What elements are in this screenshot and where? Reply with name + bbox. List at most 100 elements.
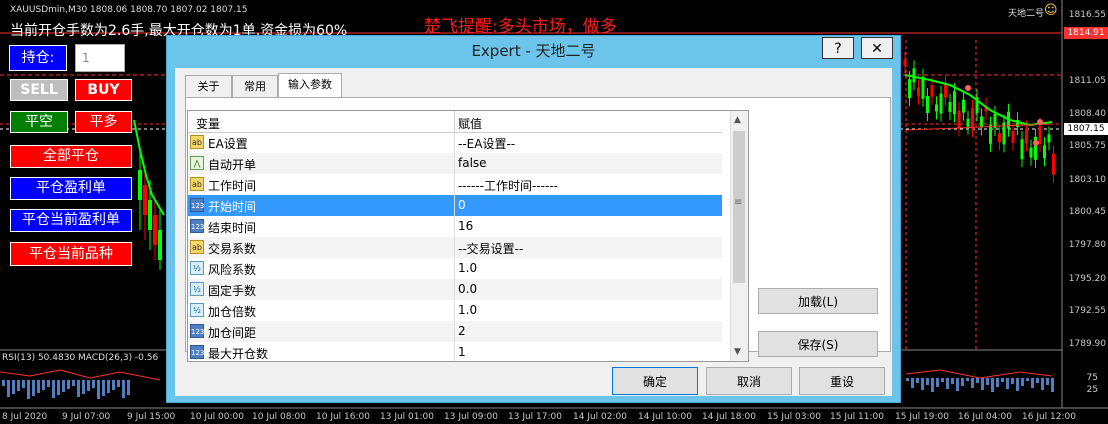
macd-bar [127, 380, 130, 395]
param-value[interactable]: 1 [458, 345, 466, 359]
close-profit-button[interactable]: 平仓盈利单 [10, 177, 132, 200]
macd-bar [1026, 378, 1029, 381]
param-row[interactable]: ½ 风险系数 1.0 [188, 258, 722, 279]
param-row[interactable]: 123 最大开仓数 1 [188, 342, 722, 361]
price-axis-label: 1797.80 [1068, 240, 1106, 250]
tab-inputs[interactable]: 输入参数 [278, 73, 342, 98]
macd-bar [82, 380, 85, 394]
macd-bar [32, 380, 35, 396]
macd-bar [1016, 378, 1019, 391]
param-value[interactable]: 2 [458, 324, 466, 338]
column-separator [454, 216, 455, 237]
column-separator [454, 300, 455, 321]
candle-body [971, 108, 974, 129]
macd-bar [956, 378, 959, 391]
param-value[interactable]: 0.0 [458, 282, 477, 296]
candle-body [1043, 145, 1046, 159]
close-all-button[interactable]: 全部平仓 [10, 145, 132, 168]
close-long-button[interactable]: 平多 [75, 111, 132, 133]
string-type-icon: ab [190, 240, 204, 254]
param-row[interactable]: 123 加仓间距 2 [188, 321, 722, 342]
header-variable: 变量 [196, 117, 221, 131]
param-value[interactable]: --交易设置-- [458, 240, 523, 257]
time-axis-label: 10 Jul 08:00 [252, 412, 306, 422]
load-button[interactable]: 加载(L) [758, 288, 878, 314]
macd-bar [12, 380, 15, 394]
param-name: 结束时间 [208, 221, 257, 235]
candle-body [1020, 139, 1024, 160]
macd-bar [926, 378, 929, 385]
param-row[interactable]: ab 交易系数 --交易设置-- [188, 237, 722, 258]
macd-bar [1036, 378, 1039, 383]
param-value[interactable]: --EA设置-- [458, 135, 515, 152]
time-axis-label: 15 Jul 19:00 [895, 412, 949, 422]
buy-button[interactable]: BUY [75, 79, 132, 101]
ok-button[interactable]: 确定 [612, 367, 698, 395]
param-value[interactable]: false [458, 156, 487, 170]
bid-price-tag: 1807.15 [1064, 123, 1108, 135]
macd-bar [916, 378, 919, 383]
header-value: 赋值 [458, 117, 483, 131]
param-value[interactable]: 16 [458, 219, 473, 233]
macd-bar [981, 378, 984, 390]
price-axis-label: 1805.75 [1068, 141, 1106, 151]
time-axis-label: 13 Jul 01:00 [380, 412, 434, 422]
macd-bar [2, 380, 5, 386]
time-axis-label: 8 Jul 2020 [2, 412, 48, 422]
indicator-axis-25: 25 [1086, 385, 1098, 395]
param-row[interactable]: ½ 固定手数 0.0 [188, 279, 722, 300]
macd-bar [1041, 378, 1044, 390]
tab-about[interactable]: 关于 [185, 75, 232, 97]
cancel-button[interactable]: 取消 [706, 367, 792, 395]
macd-bar [107, 380, 110, 393]
double-type-icon: ½ [190, 303, 204, 317]
help-button[interactable]: ? [822, 37, 854, 59]
param-row[interactable]: ⋀ 自动开单 false [188, 153, 722, 174]
param-value[interactable]: 0 [458, 198, 466, 212]
param-row[interactable]: ab EA设置 --EA设置-- [188, 132, 722, 153]
macd-bar [62, 380, 65, 392]
tab-common[interactable]: 常用 [232, 75, 278, 97]
macd-bar [1011, 378, 1014, 384]
alert-text: 楚飞提醒:多头市场，做多 [424, 17, 617, 37]
macd-bar [936, 378, 939, 387]
double-type-icon: ½ [190, 261, 204, 275]
candle-body [148, 200, 152, 230]
boolean-type-icon: ⋀ [190, 156, 204, 170]
position-input[interactable]: 1 [75, 44, 125, 72]
reset-button[interactable]: 重设 [799, 367, 885, 395]
param-row[interactable]: ½ 加仓倍数 1.0 [188, 300, 722, 321]
scroll-up-icon[interactable]: ▲ [734, 115, 741, 125]
scroll-down-icon[interactable]: ▼ [734, 347, 741, 357]
save-button[interactable]: 保存(S) [758, 331, 878, 357]
param-value[interactable]: ------工作时间------ [458, 177, 558, 194]
grid-scrollbar[interactable]: ▲ ≡ ▼ [730, 111, 748, 361]
candle-body [966, 118, 970, 127]
macd-bar [47, 380, 50, 387]
sell-button[interactable]: SELL [10, 79, 68, 101]
param-row[interactable]: ab 工作时间 ------工作时间------ [188, 174, 722, 195]
macd-bar [931, 378, 934, 392]
macd-bar [1006, 378, 1009, 389]
ea-name-label: 天地二号 [1008, 9, 1045, 19]
macd-bar [37, 380, 40, 393]
integer-type-icon: 123 [190, 345, 204, 359]
param-value[interactable]: 1.0 [458, 261, 477, 275]
dialog-title: Expert - 天地二号 [471, 42, 596, 60]
candle-body [1029, 147, 1033, 158]
close-current-profit-button[interactable]: 平仓当前盈利单 [10, 209, 132, 232]
candle-body [962, 99, 965, 113]
macd-bar [42, 380, 45, 390]
candle-body [953, 91, 956, 115]
close-short-button[interactable]: 平空 [10, 111, 68, 133]
column-separator [454, 258, 455, 279]
param-row[interactable]: 123 开始时间 0 [188, 195, 722, 216]
macd-bar [97, 380, 100, 399]
close-current-symbol-button[interactable]: 平仓当前品种 [10, 242, 132, 266]
close-icon[interactable]: ✕ [861, 37, 893, 59]
param-value[interactable]: 1.0 [458, 303, 477, 317]
macd-bar [966, 378, 969, 381]
param-row[interactable]: 123 结束时间 16 [188, 216, 722, 237]
time-axis-label: 15 Jul 03:00 [767, 412, 821, 422]
column-separator [454, 237, 455, 258]
